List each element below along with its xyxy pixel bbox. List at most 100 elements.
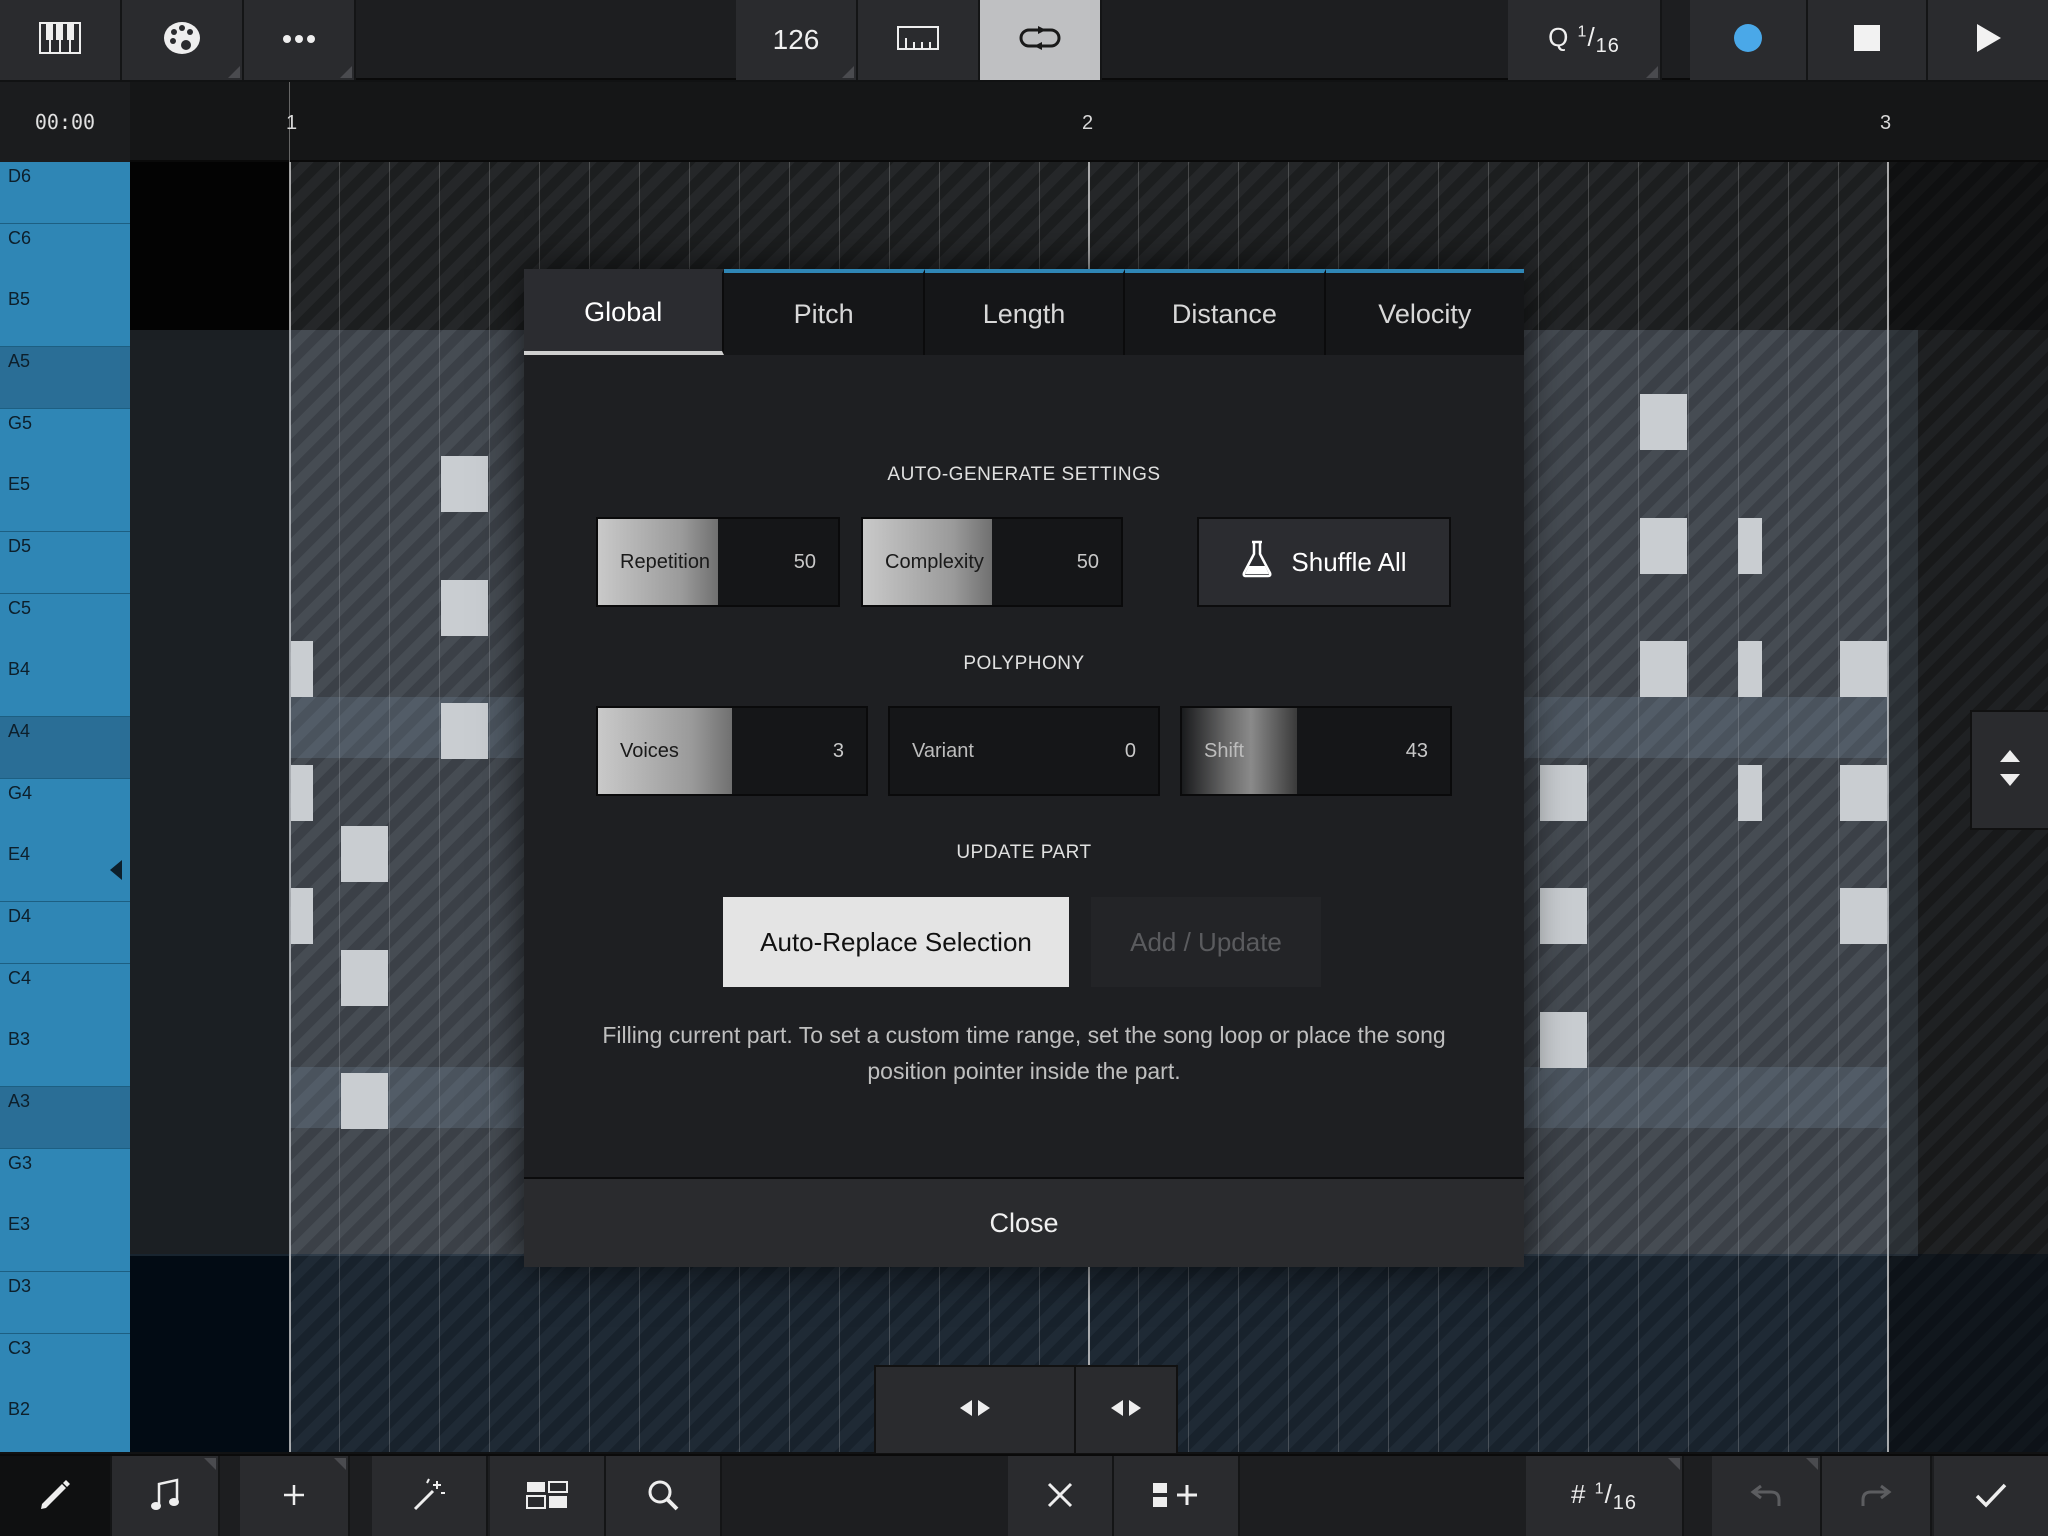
plus-icon (282, 1483, 306, 1512)
key-c5[interactable]: C5 (0, 594, 130, 656)
pencil-icon (38, 1478, 72, 1517)
add-update-button[interactable]: Add / Update (1091, 897, 1321, 987)
slider-label: Complexity (885, 550, 984, 573)
redo-icon (1859, 1482, 1893, 1513)
bar-number: 1 (286, 112, 298, 134)
piano-keys-button[interactable] (0, 0, 122, 80)
bar-number: 2 (1082, 112, 1094, 134)
shift-slider[interactable]: Shift 43 (1180, 706, 1452, 796)
play-button[interactable] (1928, 0, 2048, 80)
left-right-arrows-icon (1109, 1398, 1143, 1423)
slider-value: 50 (793, 550, 816, 573)
key-g4[interactable]: G4 (0, 779, 130, 841)
key-a3[interactable]: A3 (0, 1087, 130, 1149)
key-g5[interactable]: G5 (0, 409, 130, 471)
piano-keyboard[interactable]: D6 C6 B5 A5 G5 E5 D5 C5 B4 A4 G4 E4 D4 C… (0, 162, 130, 1452)
key-b5[interactable]: B5 (0, 285, 130, 347)
quantize-label: Q 1/16 (1548, 21, 1620, 58)
piano-keys-icon (39, 21, 81, 59)
add-button[interactable] (240, 1456, 350, 1536)
tab-pitch[interactable]: Pitch (724, 269, 925, 355)
record-button[interactable] (1690, 0, 1808, 80)
shuffle-all-label: Shuffle All (1291, 546, 1407, 577)
key-b4[interactable]: B4 (0, 655, 130, 717)
grid-resolution-button[interactable]: # 1/16 (1526, 1456, 1684, 1536)
loop-icon (1018, 25, 1062, 56)
draw-tool-button[interactable] (0, 1456, 112, 1536)
key-c4[interactable]: C4 (0, 964, 130, 1026)
loop-button[interactable] (980, 0, 1102, 80)
auto-generate-heading: AUTO-GENERATE SETTINGS (887, 464, 1161, 485)
key-d5[interactable]: D5 (0, 532, 130, 594)
delete-button[interactable] (1008, 1456, 1114, 1536)
pattern-generator-dialog: Global Pitch Length Distance Velocity AU… (524, 269, 1525, 1267)
key-d4[interactable]: D4 (0, 902, 130, 964)
note-tool-button[interactable] (112, 1456, 220, 1536)
update-part-heading: UPDATE PART (956, 842, 1092, 863)
key-b3[interactable]: B3 (0, 1025, 130, 1087)
nudge-left-handle[interactable] (874, 1365, 1076, 1455)
key-e4[interactable]: E4 (0, 840, 130, 902)
redo-button[interactable] (1822, 1456, 1932, 1536)
bottom-toolbar: # 1/16 (0, 1454, 2048, 1536)
undo-button[interactable] (1712, 1456, 1822, 1536)
variant-slider[interactable]: Variant 0 (888, 706, 1160, 796)
time-display: 00:00 (0, 82, 130, 162)
undo-icon (1749, 1482, 1783, 1513)
slider-value: 43 (1405, 739, 1428, 762)
voices-slider[interactable]: Voices 3 (596, 706, 868, 796)
slider-label: Voices (620, 739, 679, 762)
key-d6[interactable]: D6 (0, 162, 130, 224)
tab-length[interactable]: Length (924, 269, 1126, 355)
shuffle-all-button[interactable]: Shuffle All (1197, 517, 1451, 607)
add-track-button[interactable] (1114, 1456, 1240, 1536)
key-a5[interactable]: A5 (0, 347, 130, 409)
key-label: E4 (8, 844, 31, 864)
metronome-button[interactable] (858, 0, 980, 80)
key-c6[interactable]: C6 (0, 224, 130, 286)
confirm-button[interactable] (1934, 1456, 2048, 1536)
slider-label: Shift (1204, 739, 1245, 762)
left-right-arrows-icon (958, 1398, 992, 1423)
dialog-tabs: Global Pitch Length Distance Velocity (524, 269, 1525, 355)
tab-global[interactable]: Global (524, 269, 725, 355)
palette-button[interactable] (122, 0, 244, 80)
key-d3[interactable]: D3 (0, 1272, 130, 1334)
zoom-button[interactable] (606, 1456, 722, 1536)
key-c3[interactable]: C3 (0, 1334, 130, 1396)
key-a4[interactable]: A4 (0, 717, 130, 779)
bar-number: 3 (1880, 112, 1892, 134)
tab-velocity[interactable]: Velocity (1325, 269, 1525, 355)
repetition-slider[interactable]: Repetition 50 (596, 517, 840, 607)
flask-icon (1241, 540, 1273, 585)
more-button[interactable] (244, 0, 356, 80)
more-icon (282, 31, 316, 49)
vertical-scroll-handle[interactable] (1970, 710, 2048, 830)
tempo-value: 126 (772, 24, 820, 55)
auto-replace-selection-button[interactable]: Auto-Replace Selection (723, 897, 1069, 987)
slider-value: 3 (832, 739, 844, 762)
grid-resolution-label: # 1/16 (1570, 1478, 1638, 1515)
key-e3[interactable]: E3 (0, 1210, 130, 1272)
close-button[interactable]: Close (524, 1177, 1524, 1267)
search-icon (647, 1479, 679, 1516)
slider-value: 0 (1124, 739, 1136, 762)
timeline-ruler[interactable]: 00:00 1 2 3 (0, 82, 2048, 162)
key-b2[interactable]: B2 (0, 1395, 130, 1452)
slider-label: Repetition (620, 550, 711, 573)
slider-label: Variant (912, 739, 974, 762)
stop-button[interactable] (1808, 0, 1928, 80)
key-g3[interactable]: G3 (0, 1149, 130, 1211)
nudge-right-handle[interactable] (1074, 1365, 1178, 1455)
up-down-arrows-icon (1998, 748, 2022, 793)
quantize-button[interactable]: Q 1/16 (1508, 0, 1662, 80)
tab-distance[interactable]: Distance (1125, 269, 1326, 355)
magic-wand-icon (411, 1477, 447, 1518)
play-icon (1975, 23, 2001, 57)
top-toolbar: 126 Q 1/16 (0, 0, 2048, 80)
key-e5[interactable]: E5 (0, 470, 130, 532)
magic-wand-button[interactable] (372, 1456, 488, 1536)
complexity-slider[interactable]: Complexity 50 (861, 517, 1123, 607)
tempo-button[interactable]: 126 (736, 0, 858, 80)
layout-button[interactable] (490, 1456, 606, 1536)
